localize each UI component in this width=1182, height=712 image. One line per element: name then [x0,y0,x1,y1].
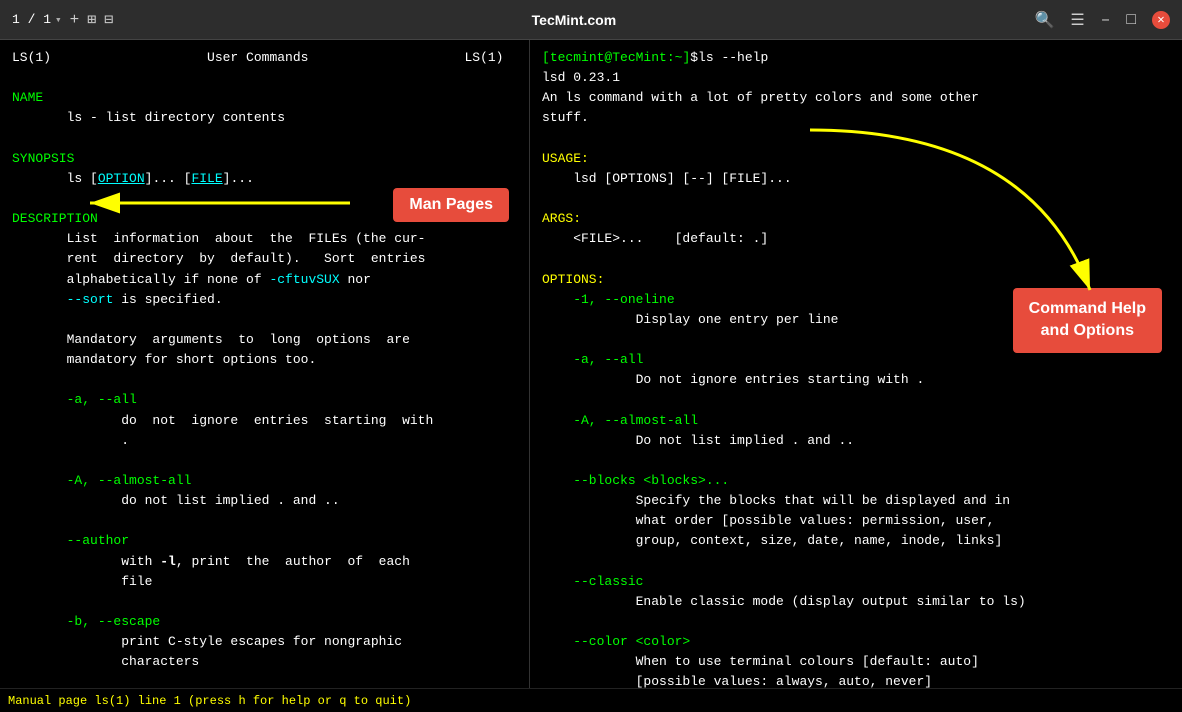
close-icon: ✕ [1157,12,1164,27]
opt-A: -A, --almost-all [12,473,191,488]
desc1: List information about the FILEs (the cu… [12,231,425,246]
args-text: <FILE>... [default: .] [542,231,768,246]
synopsis-label: SYNOPSIS [12,151,74,166]
title-bar: 1 / 1 ▾ + ⊞ ⊟ TecMint.com 🔍 ☰ – □ ✕ [0,0,1182,40]
title-bar-right: 🔍 ☰ – □ ✕ [1035,10,1170,30]
opt-oneline: -1, --oneline [542,292,675,307]
desc3b: nor [340,272,371,287]
desc3: alphabetically if none of [12,272,269,287]
opt-classic-desc: Enable classic mode (display output simi… [542,594,1026,609]
right-opt-a-desc: Do not ignore entries starting with . [542,372,924,387]
desc4a [12,292,67,307]
right-opt-a: -a, --all [542,352,643,367]
opt-color: --color <color> [542,634,690,649]
name-text: ls - list directory contents [12,110,285,125]
main-content: LS(1) User Commands LS(1) NAME ls - list… [0,40,1182,688]
desc6: mandatory for short options too. [12,352,316,367]
opt-a: -a, --all [12,392,137,407]
tab-info[interactable]: 1 / 1 ▾ [12,12,62,27]
opt-color-desc1: When to use terminal colours [default: a… [542,654,979,669]
file-text: FILE [191,171,222,186]
right-panel: [tecmint@TecMint:~]$ls --help lsd 0.23.1… [530,40,1182,688]
opt-a-desc: do not ignore entries starting with [12,413,433,428]
lsd-desc2: stuff. [542,110,589,125]
search-icon[interactable]: 🔍 [1035,10,1055,30]
description-label: DESCRIPTION [12,211,98,226]
status-bar: Manual page ls(1) line 1 (press h for he… [0,688,1182,712]
opt-oneline-desc: Display one entry per line [542,312,838,327]
args-label: ARGS: [542,211,581,226]
maximize-button[interactable]: □ [1126,11,1136,29]
opt-b: -b, --escape [12,614,160,629]
cmdhelp-annotation: Command Helpand Options [1013,288,1162,353]
split-icon[interactable]: ⊟ [104,10,113,29]
name-label: NAME [12,90,43,105]
manpages-annotation: Man Pages [393,188,509,222]
right-content: [tecmint@TecMint:~]$ls --help lsd 0.23.1… [542,48,1170,688]
status-text: Manual page ls(1) line 1 (press h for he… [8,694,411,708]
opt-blocks-desc3: group, context, size, date, name, inode,… [542,533,1002,548]
man-header: LS(1) User Commands LS(1) [12,50,503,65]
opt-author: --author [12,533,129,548]
opt-author-l: -l [160,554,176,569]
left-content: LS(1) User Commands LS(1) NAME ls - list… [12,48,517,688]
opt-author-desc: with [12,554,160,569]
opt-b-desc: print C-style escapes for nongraphic [12,634,402,649]
prompt-bracket: [ [542,50,550,65]
lsd-version: lsd 0.23.1 [542,70,620,85]
opt-classic: --classic [542,574,643,589]
menu-icon[interactable]: ☰ [1070,10,1084,30]
opt-author-desc3: file [12,574,152,589]
opt-author-desc2: , print the author of each [176,554,410,569]
detach-icon[interactable]: ⊞ [87,10,96,29]
desc5: Mandatory arguments to long options are [12,332,410,347]
right-opt-A-desc: Do not list implied . and .. [542,433,854,448]
options-label: OPTIONS: [542,272,604,287]
left-panel: LS(1) User Commands LS(1) NAME ls - list… [0,40,530,688]
prompt-dollar: $ls --help [690,50,768,65]
desc4b: is specified. [113,292,222,307]
opt-blocks: --blocks <blocks>... [542,473,729,488]
opt-color-desc2: [possible values: always, auto, never] [542,674,932,688]
opt-A-desc: do not list implied . and .. [12,493,340,508]
option-text: OPTION [98,171,145,186]
tab-text: 1 / 1 [12,12,51,27]
lsd-desc1: An ls command with a lot of pretty color… [542,90,979,105]
desc2: rent directory by default). Sort entries [12,251,425,266]
prompt-user: tecmint@TecMint:~ [550,50,683,65]
opt-blocks-desc2: what order [possible values: permission,… [542,513,994,528]
new-tab-button[interactable]: + [70,11,80,29]
right-opt-A: -A, --almost-all [542,413,698,428]
minimize-button[interactable]: – [1101,11,1111,29]
title-bar-left: 1 / 1 ▾ + ⊞ ⊟ [12,10,113,29]
window-title: TecMint.com [532,12,617,28]
usage-label: USAGE: [542,151,589,166]
usage-text: lsd [OPTIONS] [--] [FILE]... [542,171,792,186]
tab-dropdown-icon[interactable]: ▾ [55,13,62,27]
cftuvSUX-option: -cftuvSUX [269,272,339,287]
opt-blocks-desc1: Specify the blocks that will be displaye… [542,493,1010,508]
close-button[interactable]: ✕ [1152,11,1170,29]
sort-option: --sort [67,292,114,307]
opt-a-desc2: . [12,433,129,448]
opt-b-desc2: characters [12,654,199,669]
